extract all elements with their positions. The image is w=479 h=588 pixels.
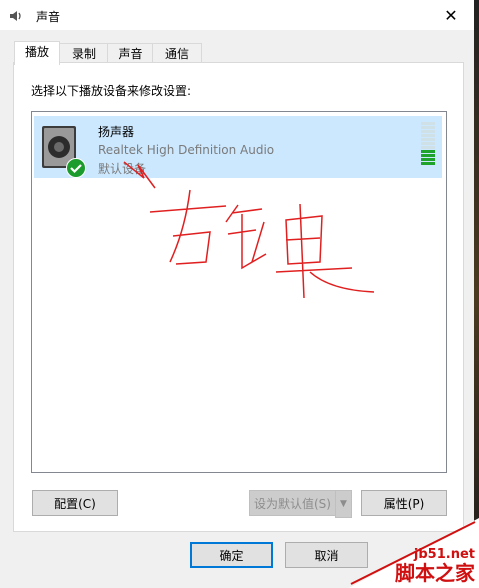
level-segment (421, 130, 435, 133)
level-segment (421, 122, 435, 125)
level-segment (421, 162, 435, 165)
level-segment (421, 126, 435, 129)
title-bar[interactable]: 声音 ✕ (0, 0, 474, 30)
playback-prompt: 选择以下播放设备来修改设置: (31, 84, 192, 98)
speaker-title-icon (10, 11, 21, 21)
level-segment (421, 154, 435, 157)
tab-recording[interactable]: 录制 (59, 43, 109, 64)
tab-playback[interactable]: 播放 (14, 41, 60, 65)
tab-sounds[interactable]: 声音 (107, 43, 154, 64)
device-driver: Realtek High Definition Audio (98, 143, 275, 157)
chevron-down-icon: ▼ (340, 499, 347, 509)
check-icon (66, 158, 86, 178)
close-button[interactable]: ✕ (428, 0, 474, 30)
sound-dialog: 声音 ✕ 播放 录制 声音 通信 选择以下播放设备来修改设置: 扬声器 Real… (0, 0, 475, 588)
device-item-speakers[interactable]: 扬声器 Realtek High Definition Audio 默认设备 (34, 116, 442, 178)
device-name: 扬声器 (98, 125, 135, 139)
close-icon: ✕ (444, 5, 458, 25)
tab-communications[interactable]: 通信 (152, 43, 202, 64)
set-default-button[interactable]: 设为默认值(S) (249, 490, 336, 516)
level-segment (421, 158, 435, 161)
device-status: 默认设备 (98, 162, 147, 176)
watermark: jb51.net 脚本之家 (329, 518, 479, 588)
desktop-background (474, 0, 479, 588)
set-default-dropdown-button[interactable]: ▼ (335, 490, 352, 518)
configure-button[interactable]: 配置(C) (32, 490, 118, 516)
ok-button[interactable]: 确定 (190, 542, 273, 568)
level-segment (421, 138, 435, 141)
level-meter (421, 122, 437, 165)
window-title: 声音 (36, 10, 61, 24)
properties-button[interactable]: 属性(P) (361, 490, 447, 516)
level-segment (421, 146, 435, 149)
level-segment (421, 150, 435, 153)
device-list[interactable]: 扬声器 Realtek High Definition Audio 默认设备 (31, 111, 447, 473)
level-segment (421, 142, 435, 145)
watermark-name: 脚本之家 (395, 561, 475, 585)
level-segment (421, 134, 435, 137)
